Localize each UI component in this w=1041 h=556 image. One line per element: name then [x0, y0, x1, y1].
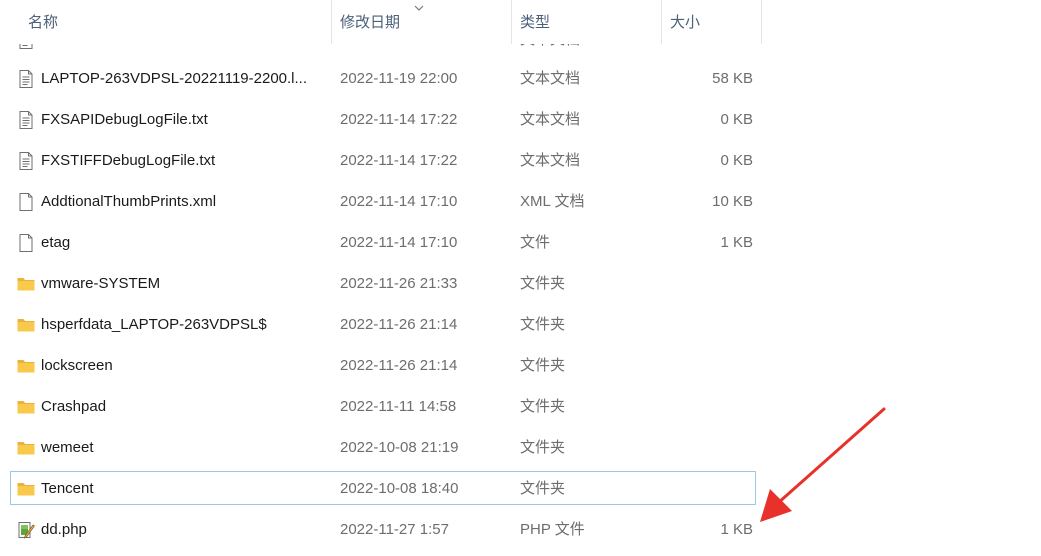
file-row[interactable]: vmware-SYSTEM 2022-11-26 21:33 文件夹 — [10, 266, 756, 300]
file-row[interactable]: Tencent 2022-10-08 18:40 文件夹 — [10, 471, 756, 505]
file-type: 文本文档 — [520, 152, 581, 169]
file-size: 0 KB — [720, 111, 753, 128]
file-row[interactable]: etag 2022-11-14 17:10 文件 1 KB — [10, 225, 756, 259]
file-size — [663, 431, 753, 463]
file-date-modified: 2022-11-14 17:22 — [340, 111, 458, 128]
file-name: hsperfdata_LAPTOP-263VDPSL$ — [41, 316, 267, 333]
file-date-modified: 2022-11-26 21:14 — [340, 357, 458, 374]
file-date-modified: 2022-11-11 14:58 — [340, 398, 457, 415]
file-name: Tencent — [41, 480, 94, 497]
text-file-icon — [16, 110, 36, 130]
blank-file-icon — [16, 233, 36, 253]
file-type: 文件夹 — [520, 357, 566, 374]
file-type: 文件夹 — [520, 439, 566, 456]
file-row[interactable]: wemeet 2022-10-08 21:19 文件夹 — [10, 430, 756, 464]
file-date-modified: 2022-11-14 17:10 — [340, 193, 458, 210]
file-date-modified: 2022-11-26 21:33 — [340, 275, 458, 292]
file-row[interactable]: hsperfdata_LAPTOP-263VDPSL$ 2022-11-26 21… — [10, 307, 756, 341]
folder-icon — [16, 479, 36, 499]
folder-icon — [16, 315, 36, 335]
file-date-modified: 2022-11-14 17:22 — [340, 152, 458, 169]
file-row[interactable]: dd.php 2022-11-27 1:57 PHP 文件 1 KB — [10, 512, 756, 546]
file-size — [663, 308, 753, 340]
file-list: LAPTOP-263VDPSL-20221119-2219.l...2022-1… — [0, 0, 762, 556]
file-size: 1 KB — [720, 521, 753, 538]
file-size: 1 KB — [720, 234, 753, 251]
file-row[interactable]: FXSTIFFDebugLogFile.txt 2022-11-14 17:22 文… — [10, 143, 756, 177]
file-type: 文本文档 — [520, 70, 581, 87]
file-size: 10 KB — [712, 193, 753, 210]
file-type: XML 文档 — [520, 193, 585, 210]
file-date-modified: 2022-11-14 17:10 — [340, 234, 458, 251]
file-row[interactable]: LAPTOP-263VDPSL-20221119-2200.l... 2022-1… — [10, 61, 756, 95]
file-type: 文件 — [520, 234, 551, 251]
file-row[interactable]: lockscreen 2022-11-26 21:14 文件夹 — [10, 348, 756, 382]
folder-icon — [16, 438, 36, 458]
file-date-modified: 2022-11-19 22:00 — [340, 70, 458, 87]
column-header: 名称 修改日期 类型 大小 — [0, 0, 762, 44]
file-row[interactable]: AddtionalThumbPrints.xml 2022-11-14 17:10… — [10, 184, 756, 218]
sort-chevron-down-icon — [414, 5, 424, 11]
file-name: FXSTIFFDebugLogFile.txt — [41, 152, 216, 169]
file-name: vmware-SYSTEM — [41, 275, 161, 292]
file-size — [663, 472, 753, 504]
file-size — [663, 267, 753, 299]
file-date-modified: 2022-11-26 21:14 — [340, 316, 458, 333]
column-header-size[interactable]: 大小 — [662, 0, 762, 44]
file-name: dd.php — [41, 521, 87, 538]
file-size — [663, 349, 753, 381]
file-size: 58 KB — [712, 70, 753, 87]
file-date-modified: 2022-10-08 18:40 — [340, 480, 459, 497]
file-type: PHP 文件 — [520, 521, 585, 538]
file-date-modified: 2022-11-27 1:57 — [340, 521, 449, 538]
file-type: 文件夹 — [520, 316, 566, 333]
file-name: lockscreen — [41, 357, 113, 374]
text-file-icon — [16, 151, 36, 171]
file-row[interactable]: FXSAPIDebugLogFile.txt 2022-11-14 17:22 文本… — [10, 102, 756, 136]
file-date-modified: 2022-10-08 21:19 — [340, 439, 459, 456]
file-name: etag — [41, 234, 71, 251]
file-size — [663, 390, 753, 422]
file-type: 文件夹 — [520, 275, 566, 292]
blank-file-icon — [16, 192, 36, 212]
file-name: wemeet — [41, 439, 94, 456]
text-file-icon — [16, 69, 36, 89]
column-header-name[interactable]: 名称 — [0, 0, 332, 44]
file-explorer: LAPTOP-263VDPSL-20221119-2219.l...2022-1… — [0, 0, 1041, 556]
file-type: 文件夹 — [520, 480, 566, 497]
file-name: FXSAPIDebugLogFile.txt — [41, 111, 208, 128]
file-size: 0 KB — [720, 152, 753, 169]
column-header-type[interactable]: 类型 — [512, 0, 662, 44]
file-type: 文件夹 — [520, 398, 566, 415]
folder-icon — [16, 274, 36, 294]
php-file-icon — [16, 520, 36, 540]
file-name: LAPTOP-263VDPSL-20221119-2200.l... — [41, 70, 308, 87]
folder-icon — [16, 356, 36, 376]
file-row[interactable]: Crashpad 2022-11-11 14:58 文件夹 — [10, 389, 756, 423]
folder-icon — [16, 397, 36, 417]
file-type: 文本文档 — [520, 111, 581, 128]
file-name: Crashpad — [41, 398, 107, 415]
file-name: AddtionalThumbPrints.xml — [41, 193, 217, 210]
